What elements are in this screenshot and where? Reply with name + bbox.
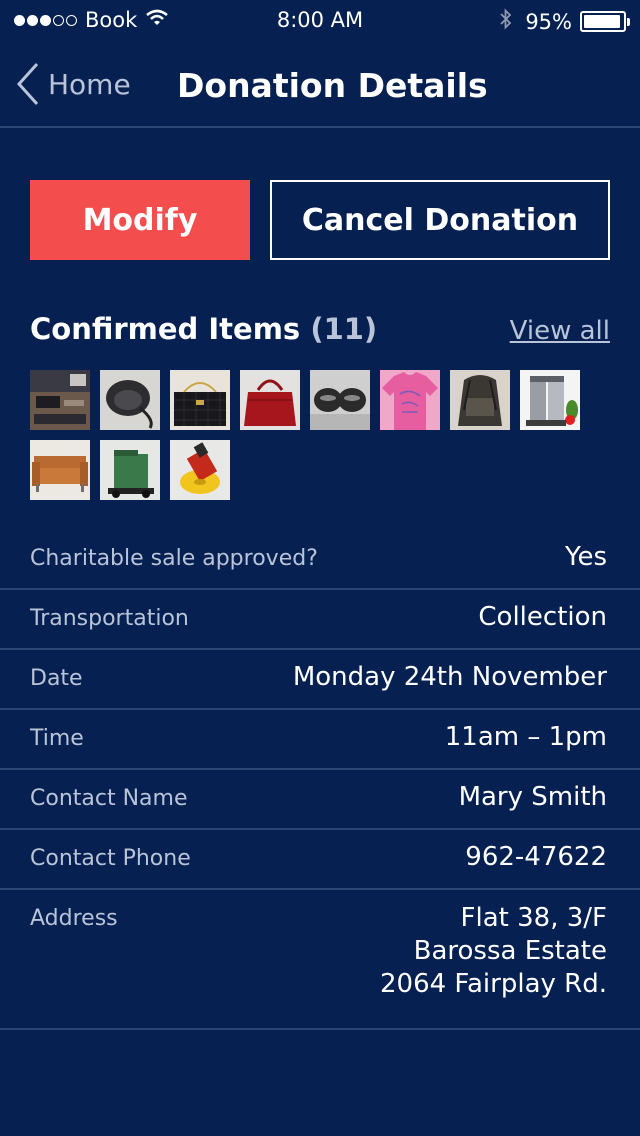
detail-row-transportation: Transportation Collection [0, 590, 640, 650]
polisher-tool-thumbnail[interactable] [170, 440, 230, 500]
battery-level-fill [584, 15, 621, 28]
detail-label: Address [30, 906, 118, 931]
address-line: Flat 38, 3/F [460, 903, 607, 933]
battery-percent: 95% [525, 9, 572, 34]
detail-row-time: Time 11am – 1pm [0, 710, 640, 770]
red-handbag-thumbnail[interactable] [240, 370, 300, 430]
detail-row-date: Date Monday 24th November [0, 650, 640, 710]
floor-scrubber-thumbnail[interactable] [100, 440, 160, 500]
detail-row-contact-phone: Contact Phone 962-47622 [0, 830, 640, 890]
helmet-thumbnail[interactable] [100, 370, 160, 430]
detail-value: Monday 24th November [292, 662, 607, 692]
detail-label: Transportation [30, 606, 189, 631]
detail-row-charitable-sale: Charitable sale approved? Yes [0, 530, 640, 590]
status-bar: Book 8:00 AM 95% [0, 0, 640, 40]
detail-value: Yes [565, 542, 607, 572]
detail-row-address: Address Flat 38, 3/F Barossa Estate 2064… [0, 890, 640, 1030]
electronics-desk-thumbnail[interactable] [30, 370, 90, 430]
chevron-left-icon [16, 62, 39, 106]
view-all-link[interactable]: View all [510, 316, 610, 346]
detail-label: Charitable sale approved? [30, 546, 318, 571]
modify-button[interactable]: Modify [30, 180, 250, 260]
detail-label: Time [30, 726, 84, 751]
detail-row-contact-name: Contact Name Mary Smith [0, 770, 640, 830]
back-button[interactable]: Home [16, 62, 131, 106]
drink-mixer-thumbnail[interactable] [520, 370, 580, 430]
detail-value: 962-47622 [465, 842, 607, 872]
confirmed-items-header: Confirmed Items (11) View all [30, 312, 610, 352]
roller-skates-thumbnail[interactable] [310, 370, 370, 430]
pink-tshirt-thumbnail[interactable] [380, 370, 440, 430]
battery-icon [580, 11, 630, 32]
detail-label: Contact Name [30, 786, 188, 811]
detail-value: Mary Smith [458, 782, 607, 812]
page-title: Donation Details [177, 66, 488, 105]
address-value: Flat 38, 3/F Barossa Estate 2064 Fairpla… [380, 902, 607, 1001]
address-line: 2064 Fairplay Rd. [380, 969, 607, 999]
status-right: 95% [499, 8, 630, 35]
bluetooth-icon [499, 8, 513, 35]
backpack-thumbnail[interactable] [450, 370, 510, 430]
address-line: Barossa Estate [413, 936, 607, 966]
confirmed-items-count: (11) [310, 312, 378, 346]
detail-label: Contact Phone [30, 846, 191, 871]
detail-label: Date [30, 666, 83, 691]
confirmed-items-title: Confirmed Items (11) [30, 312, 377, 346]
back-button-label: Home [48, 67, 131, 101]
navigation-bar: Home Donation Details [0, 40, 640, 128]
confirmed-items-label: Confirmed Items [30, 312, 301, 346]
detail-value: Collection [478, 602, 607, 632]
sofa-thumbnail[interactable] [30, 440, 90, 500]
detail-value: 11am – 1pm [444, 722, 607, 752]
donation-details-list: Charitable sale approved? Yes Transporta… [0, 530, 640, 1030]
cancel-donation-button[interactable]: Cancel Donation [270, 180, 610, 260]
quilted-handbag-thumbnail[interactable] [170, 370, 230, 430]
